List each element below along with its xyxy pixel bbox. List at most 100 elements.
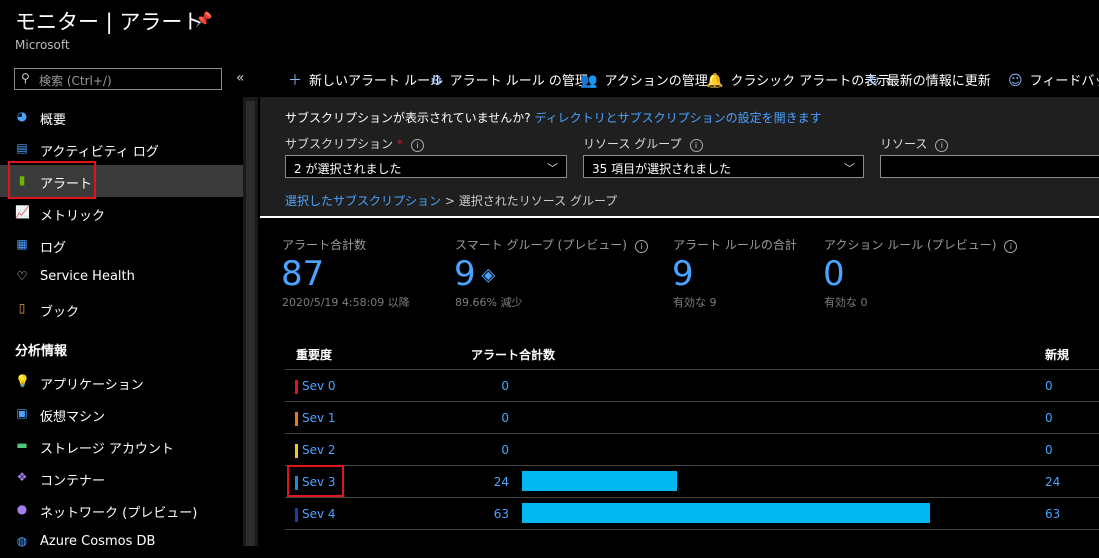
sidebar-item-network[interactable]: ● ネットワーク (プレビュー) xyxy=(0,494,243,526)
stat-value[interactable]: 0 xyxy=(823,256,845,292)
table-row[interactable]: Sev 4 63 63 xyxy=(285,498,1099,530)
stat-value-text: 0 xyxy=(823,254,845,294)
resource-group-select[interactable]: 35 項目が選択されました ﹀ xyxy=(583,155,864,178)
severity-color-marker xyxy=(295,508,298,522)
manage-alert-rules-button[interactable]: ⚙ アラート ルール の管理 xyxy=(430,70,588,89)
new-count-link[interactable]: 0 xyxy=(1045,411,1053,425)
breadcrumb-current: 選択されたリソース グループ xyxy=(458,194,618,208)
subscription-label-text: サブスクリプション xyxy=(285,137,394,151)
table-row[interactable]: Sev 1 0 0 xyxy=(285,402,1099,434)
people-icon: 👥 xyxy=(580,73,598,89)
info-icon[interactable]: i xyxy=(689,139,703,152)
notice-text: サブスクリプションが表示されていませんか? xyxy=(285,111,531,125)
feedback-button[interactable]: ☺ フィードバックの xyxy=(1008,70,1099,89)
breadcrumb-separator: > xyxy=(444,194,455,208)
breadcrumb-subscriptions-link[interactable]: 選択したサブスクリプション xyxy=(285,194,441,208)
pin-icon[interactable]: 📌 xyxy=(195,12,212,28)
new-count-link[interactable]: 24 xyxy=(1045,475,1060,489)
sidebar-item-bulb[interactable]: 💡 アプリケーション xyxy=(0,366,243,398)
sidebar-item-label: アプリケーション xyxy=(40,378,144,393)
stat-value-text: 9 xyxy=(672,254,694,294)
resource-label-text: リソース xyxy=(880,137,928,151)
vm-icon: ▣ xyxy=(16,406,28,420)
stat-label-text: スマート グループ (プレビュー) xyxy=(455,238,627,252)
sidebar-item-vm[interactable]: ▣ 仮想マシン xyxy=(0,398,243,430)
resource-select[interactable] xyxy=(880,155,1099,178)
feedback-label: フィードバックの xyxy=(1029,74,1099,89)
info-icon[interactable]: i xyxy=(1004,240,1018,253)
resource-group-label-text: リソース グループ xyxy=(583,137,682,151)
classic-alerts-button[interactable]: 🔔 クラシック アラートの表示 xyxy=(706,70,890,89)
severity-link[interactable]: Sev 2 xyxy=(302,443,336,457)
sidebar-item-heart[interactable]: ♡ Service Health xyxy=(0,261,243,293)
sidebar-item-label: ブック xyxy=(40,305,80,320)
refresh-label: 最新の情報に更新 xyxy=(886,74,991,89)
sidebar-item-cosmos[interactable]: ◍ Azure Cosmos DB xyxy=(0,526,243,558)
stat-subtext: 有効な 9 xyxy=(673,296,717,309)
refresh-icon: ↻ xyxy=(868,73,880,89)
total-count-link[interactable]: 0 xyxy=(469,379,509,393)
total-count-bar[interactable] xyxy=(522,503,930,523)
sidebar-item-overview[interactable]: ◕ 概要 xyxy=(0,101,243,133)
sidebar-item-container[interactable]: ❖ コンテナー xyxy=(0,462,243,494)
total-count-link[interactable]: 63 xyxy=(469,507,509,521)
stat-value-text: 87 xyxy=(281,254,325,294)
table-row[interactable]: Sev 2 0 0 xyxy=(285,434,1099,466)
severity-link[interactable]: Sev 1 xyxy=(302,411,336,425)
sidebar-item-workbook[interactable]: ▯ ブック xyxy=(0,293,243,325)
insights-section-heading: 分析情報 xyxy=(15,344,68,359)
new-count-link[interactable]: 0 xyxy=(1045,443,1053,457)
total-count-link[interactable]: 0 xyxy=(469,443,509,457)
resource-group-value: 35 項目が選択されました xyxy=(592,162,732,176)
sidebar-item-label: メトリック xyxy=(40,209,106,224)
info-icon[interactable]: i xyxy=(935,139,949,152)
stat-value[interactable]: 87 xyxy=(281,256,324,292)
total-count-bar[interactable] xyxy=(522,471,677,491)
manage-actions-button[interactable]: 👥 アクションの管理 xyxy=(580,70,708,89)
table-row[interactable]: Sev 0 0 0 xyxy=(285,370,1099,402)
stat-label: アラート合計数 xyxy=(282,236,366,253)
resource-group-label: リソース グループ i xyxy=(583,135,703,152)
sidebar-item-storage[interactable]: ▬ ストレージ アカウント xyxy=(0,430,243,462)
stat-value[interactable]: 9 xyxy=(672,256,694,292)
new-alert-rule-button[interactable]: ＋ 新しいアラート ルール xyxy=(288,70,443,90)
layers-icon: ◈ xyxy=(475,264,496,286)
subscription-notice: サブスクリプションが表示されていませんか? ディレクトリとサブスクリプションの設… xyxy=(285,109,822,126)
sidebar-item-logs[interactable]: ▦ ログ xyxy=(0,229,243,261)
logs-icon: ▦ xyxy=(16,237,28,251)
chevron-down-icon: ﹀ xyxy=(547,162,558,175)
table-row[interactable]: Sev 3 24 24 xyxy=(285,466,1099,498)
new-count-link[interactable]: 0 xyxy=(1045,379,1053,393)
sev3-highlight-box xyxy=(287,465,344,497)
collapse-sidebar-button[interactable]: « xyxy=(236,70,245,86)
search-placeholder: 検索 (Ctrl+/) xyxy=(39,74,112,88)
scrollbar-thumb[interactable] xyxy=(246,101,255,546)
severity-color-marker xyxy=(295,412,298,426)
container-icon: ❖ xyxy=(16,470,28,484)
severity-link[interactable]: Sev 4 xyxy=(302,507,336,521)
new-count-link[interactable]: 63 xyxy=(1045,507,1060,521)
info-icon[interactable]: i xyxy=(410,139,424,152)
new-column-header: 新規 xyxy=(1045,348,1070,362)
breadcrumb: 選択したサブスクリプション > 選択されたリソース グループ xyxy=(285,192,617,209)
stat-value[interactable]: 9 ◈ xyxy=(454,256,495,294)
info-icon[interactable]: i xyxy=(634,240,648,253)
manage-actions-label: アクションの管理 xyxy=(604,74,708,89)
total-count-link[interactable]: 0 xyxy=(469,411,509,425)
network-icon: ● xyxy=(16,502,28,516)
refresh-button[interactable]: ↻ 最新の情報に更新 xyxy=(868,70,991,89)
sidebar-item-metrics[interactable]: 📈 メトリック xyxy=(0,197,243,229)
total-count-link[interactable]: 24 xyxy=(469,475,509,489)
severity-link[interactable]: Sev 0 xyxy=(302,379,336,393)
stat-label: スマート グループ (プレビュー) i xyxy=(455,236,648,253)
smile-icon: ☺ xyxy=(1008,73,1023,89)
storage-icon: ▬ xyxy=(16,438,28,452)
directory-settings-link[interactable]: ディレクトリとサブスクリプションの設定を開きます xyxy=(534,111,821,125)
plus-icon: ＋ xyxy=(288,73,302,89)
heart-icon: ♡ xyxy=(16,269,28,283)
stat-label: アクション ルール (プレビュー) i xyxy=(824,236,1018,253)
stat-label-text: アラート合計数 xyxy=(282,238,367,252)
subscription-select[interactable]: 2 が選択されました ﹀ xyxy=(285,155,567,178)
activity-log-icon: ▤ xyxy=(16,141,28,155)
search-input[interactable]: ⚲ 検索 (Ctrl+/) xyxy=(14,68,222,90)
